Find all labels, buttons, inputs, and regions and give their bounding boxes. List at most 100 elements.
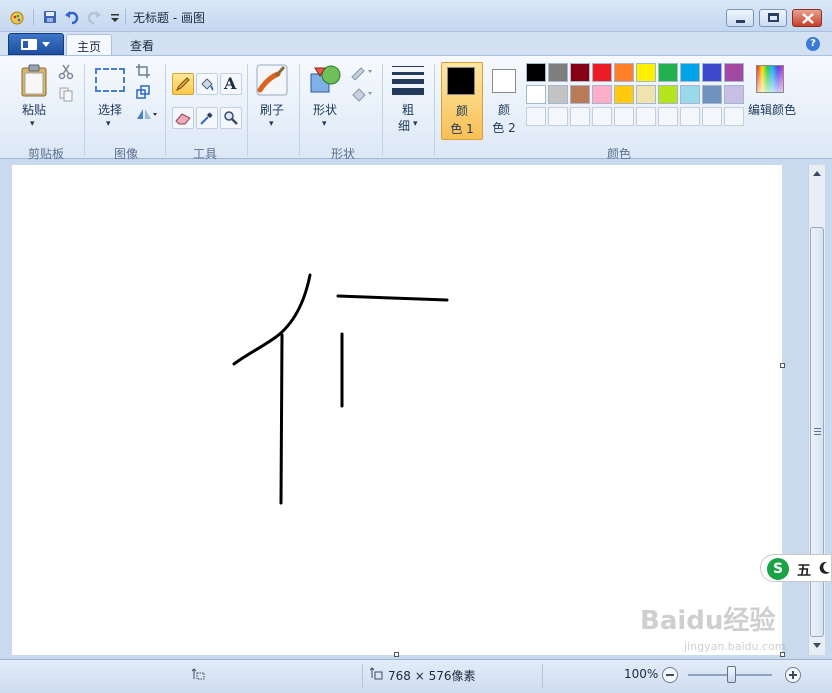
fill-tool-button[interactable] bbox=[196, 73, 218, 95]
copy-icon[interactable] bbox=[58, 86, 74, 102]
palette-custom-slot[interactable] bbox=[614, 107, 634, 126]
palette-custom-slot[interactable] bbox=[680, 107, 700, 126]
paste-label[interactable]: 粘贴 bbox=[20, 101, 48, 118]
palette-swatch[interactable] bbox=[570, 63, 590, 82]
palette-swatch[interactable] bbox=[702, 85, 722, 104]
brushes-label[interactable]: 刷子 bbox=[256, 101, 288, 118]
scroll-up-icon[interactable] bbox=[813, 171, 821, 177]
palette-swatch[interactable] bbox=[636, 85, 656, 104]
save-icon[interactable] bbox=[42, 9, 58, 25]
palette-swatch[interactable] bbox=[680, 63, 700, 82]
edit-colors-icon[interactable] bbox=[756, 65, 784, 93]
tab-view[interactable]: 查看 bbox=[120, 34, 164, 56]
palette-swatch[interactable] bbox=[702, 63, 722, 82]
help-icon[interactable]: ? bbox=[806, 37, 820, 51]
minimize-button[interactable] bbox=[726, 9, 754, 27]
crop-icon[interactable] bbox=[136, 64, 150, 78]
zoom-out-button[interactable] bbox=[662, 667, 678, 683]
palette-custom-slot[interactable] bbox=[702, 107, 722, 126]
color2-label-line2: 色 2 bbox=[492, 121, 516, 135]
pencil-icon bbox=[175, 77, 190, 92]
status-separator bbox=[362, 664, 363, 688]
rotate-icon[interactable] bbox=[135, 107, 159, 121]
fill-icon[interactable] bbox=[350, 86, 374, 102]
size-dropdown-arrow[interactable]: ▾ bbox=[413, 119, 418, 129]
text-tool-button[interactable]: A bbox=[220, 73, 242, 95]
palette-swatch[interactable] bbox=[724, 85, 744, 104]
scroll-down-icon[interactable] bbox=[813, 643, 821, 649]
shapes-dropdown-arrow[interactable]: ▾ bbox=[322, 119, 327, 129]
palette-swatch[interactable] bbox=[614, 63, 634, 82]
zoom-level-text: 100% bbox=[624, 667, 659, 681]
group-separator bbox=[299, 64, 300, 156]
canvas-drawing bbox=[232, 273, 449, 505]
size-label-line1[interactable]: 粗 bbox=[392, 101, 424, 118]
color1-button[interactable]: 颜 色 1 bbox=[441, 62, 483, 140]
resize-icon[interactable] bbox=[136, 85, 150, 99]
palette-swatch[interactable] bbox=[658, 63, 678, 82]
ribbon: 粘贴 ▾ 剪贴板 选择 ▾ 图像 A 工具 刷子 ▾ 形状 ▾ 形状 粗 细 ▾… bbox=[0, 55, 832, 161]
menu-icon bbox=[21, 39, 37, 50]
color-picker-tool-button[interactable] bbox=[196, 107, 218, 129]
palette-custom-slot[interactable] bbox=[570, 107, 590, 126]
window-title: 无标题 - 画图 bbox=[133, 11, 205, 25]
eraser-tool-button[interactable] bbox=[172, 107, 194, 129]
redo-icon[interactable] bbox=[86, 9, 102, 25]
canvas-resize-handle-right[interactable] bbox=[780, 363, 785, 368]
palette-swatch[interactable] bbox=[636, 63, 656, 82]
palette-swatch[interactable] bbox=[526, 85, 546, 104]
group-separator bbox=[382, 64, 383, 156]
ime-indicator[interactable]: S 五 bbox=[760, 554, 832, 582]
palette-custom-slot[interactable] bbox=[636, 107, 656, 126]
palette-swatch[interactable] bbox=[526, 63, 546, 82]
zoom-in-button[interactable] bbox=[785, 667, 801, 683]
palette-swatch[interactable] bbox=[548, 63, 568, 82]
palette-swatch[interactable] bbox=[614, 85, 634, 104]
size-label-line2[interactable]: 细 bbox=[394, 117, 414, 134]
ime-mode-label: 五 bbox=[797, 563, 811, 579]
brush-icon[interactable] bbox=[256, 64, 288, 96]
title-separator bbox=[125, 9, 126, 25]
select-label[interactable]: 选择 bbox=[93, 101, 127, 118]
palette-swatch[interactable] bbox=[592, 85, 612, 104]
color1-swatch bbox=[447, 67, 475, 95]
shapes-label[interactable]: 形状 bbox=[309, 101, 341, 118]
palette-swatch[interactable] bbox=[658, 85, 678, 104]
brushes-dropdown-arrow[interactable]: ▾ bbox=[269, 119, 274, 129]
palette-swatch[interactable] bbox=[570, 85, 590, 104]
undo-icon[interactable] bbox=[64, 9, 80, 25]
magnifier-icon bbox=[224, 111, 238, 125]
canvas-resize-handle-bottom[interactable] bbox=[394, 652, 399, 657]
customize-qat-icon[interactable] bbox=[107, 9, 123, 25]
palette-custom-slot[interactable] bbox=[658, 107, 678, 126]
pencil-tool-button[interactable] bbox=[172, 73, 194, 95]
cut-icon[interactable] bbox=[58, 64, 74, 80]
palette-custom-slot[interactable] bbox=[526, 107, 546, 126]
size-icon[interactable] bbox=[392, 64, 424, 95]
shapes-icon[interactable] bbox=[309, 64, 343, 96]
outline-icon[interactable] bbox=[350, 64, 374, 80]
select-icon[interactable] bbox=[95, 68, 125, 92]
close-button[interactable] bbox=[792, 9, 822, 27]
paint-menu-button[interactable] bbox=[8, 33, 64, 55]
palette-custom-slot[interactable] bbox=[592, 107, 612, 126]
fill-bucket-icon bbox=[201, 78, 214, 91]
paste-dropdown-arrow[interactable]: ▾ bbox=[30, 119, 35, 129]
zoom-slider-thumb[interactable] bbox=[727, 666, 736, 683]
magnifier-tool-button[interactable] bbox=[220, 107, 242, 129]
palette-swatch[interactable] bbox=[680, 85, 700, 104]
palette-swatch[interactable] bbox=[592, 63, 612, 82]
paste-icon[interactable] bbox=[20, 64, 48, 98]
palette-custom-slot[interactable] bbox=[548, 107, 568, 126]
select-dropdown-arrow[interactable]: ▾ bbox=[106, 119, 111, 129]
maximize-button[interactable] bbox=[759, 9, 787, 27]
edit-colors-label[interactable]: 编辑颜色 bbox=[746, 101, 798, 118]
group-separator bbox=[165, 64, 166, 156]
palette-swatch[interactable] bbox=[548, 85, 568, 104]
drawing-canvas[interactable] bbox=[12, 165, 782, 655]
palette-swatch[interactable] bbox=[724, 63, 744, 82]
color2-button[interactable]: 颜 色 2 bbox=[486, 62, 524, 140]
tab-home[interactable]: 主页 bbox=[66, 34, 113, 56]
paint-app-icon[interactable] bbox=[9, 9, 25, 25]
palette-custom-slot[interactable] bbox=[724, 107, 744, 126]
